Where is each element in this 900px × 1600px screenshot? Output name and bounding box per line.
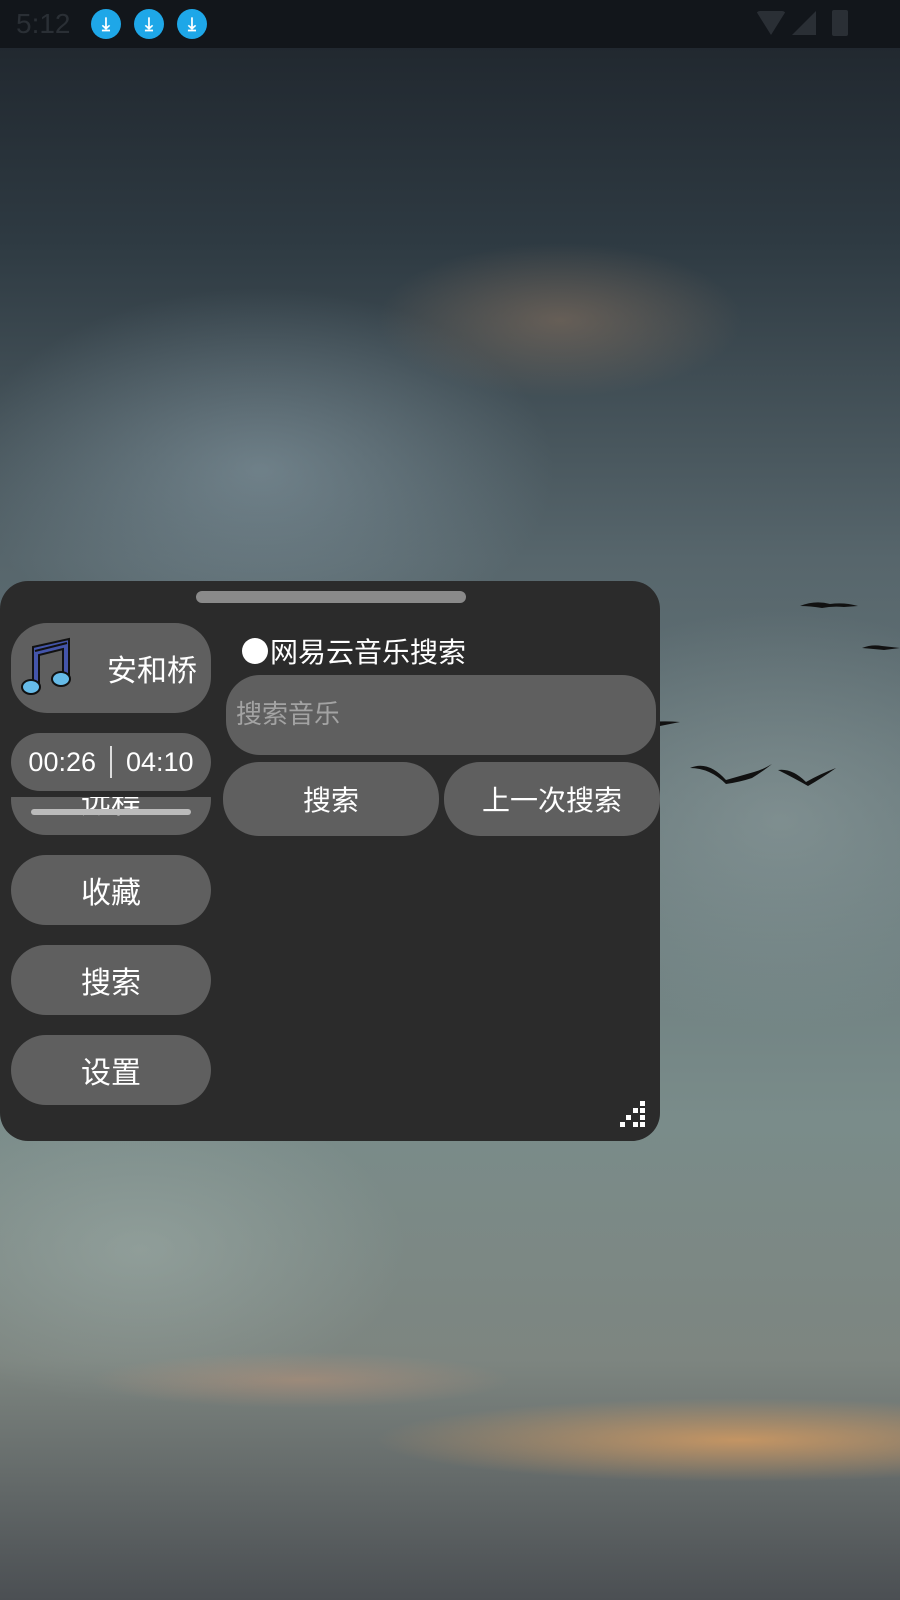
scroll-indicator[interactable] bbox=[31, 809, 191, 815]
status-icons bbox=[756, 10, 848, 36]
song-title: 安和桥 bbox=[107, 654, 197, 689]
radio-button[interactable] bbox=[242, 638, 268, 664]
status-time: 5:12 bbox=[16, 8, 71, 39]
download-icon: ⤓ bbox=[177, 9, 207, 39]
download-icon: ⤓ bbox=[134, 9, 164, 39]
floating-music-player: 安和桥 00:26 04:10 远程 收藏 搜索 设置 网易云音乐搜索 搜索 上… bbox=[0, 581, 660, 1141]
search-source-label: 网易云音乐搜索 bbox=[270, 636, 467, 669]
battery-charging-icon bbox=[832, 10, 848, 36]
search-source-option[interactable]: 网易云音乐搜索 bbox=[242, 631, 466, 671]
download-icon: ⤓ bbox=[91, 9, 121, 39]
time-divider bbox=[110, 746, 112, 778]
drag-handle[interactable] bbox=[196, 591, 466, 603]
current-time: 00:26 bbox=[28, 746, 96, 777]
nav-search-button[interactable]: 搜索 bbox=[11, 945, 211, 1015]
birds-background-image bbox=[640, 602, 900, 786]
resize-handle-icon[interactable] bbox=[620, 1101, 646, 1127]
nav-remote-button[interactable]: 远程 bbox=[11, 797, 211, 835]
total-time: 04:10 bbox=[126, 746, 194, 777]
signal-icon bbox=[792, 11, 816, 35]
wifi-icon bbox=[756, 11, 786, 35]
music-note-icon bbox=[21, 637, 71, 695]
search-button[interactable]: 搜索 bbox=[223, 762, 439, 836]
now-playing-card[interactable]: 安和桥 bbox=[11, 623, 211, 713]
playback-time: 00:26 04:10 bbox=[11, 733, 211, 791]
status-bar: 5:12 ⤓ ⤓ ⤓ bbox=[0, 0, 900, 48]
search-music-input[interactable] bbox=[226, 675, 656, 755]
nav-favorites-button[interactable]: 收藏 bbox=[11, 855, 211, 925]
nav-settings-button[interactable]: 设置 bbox=[11, 1035, 211, 1105]
side-nav-list[interactable]: 远程 收藏 搜索 设置 bbox=[11, 797, 211, 1137]
last-search-button[interactable]: 上一次搜索 bbox=[444, 762, 660, 836]
